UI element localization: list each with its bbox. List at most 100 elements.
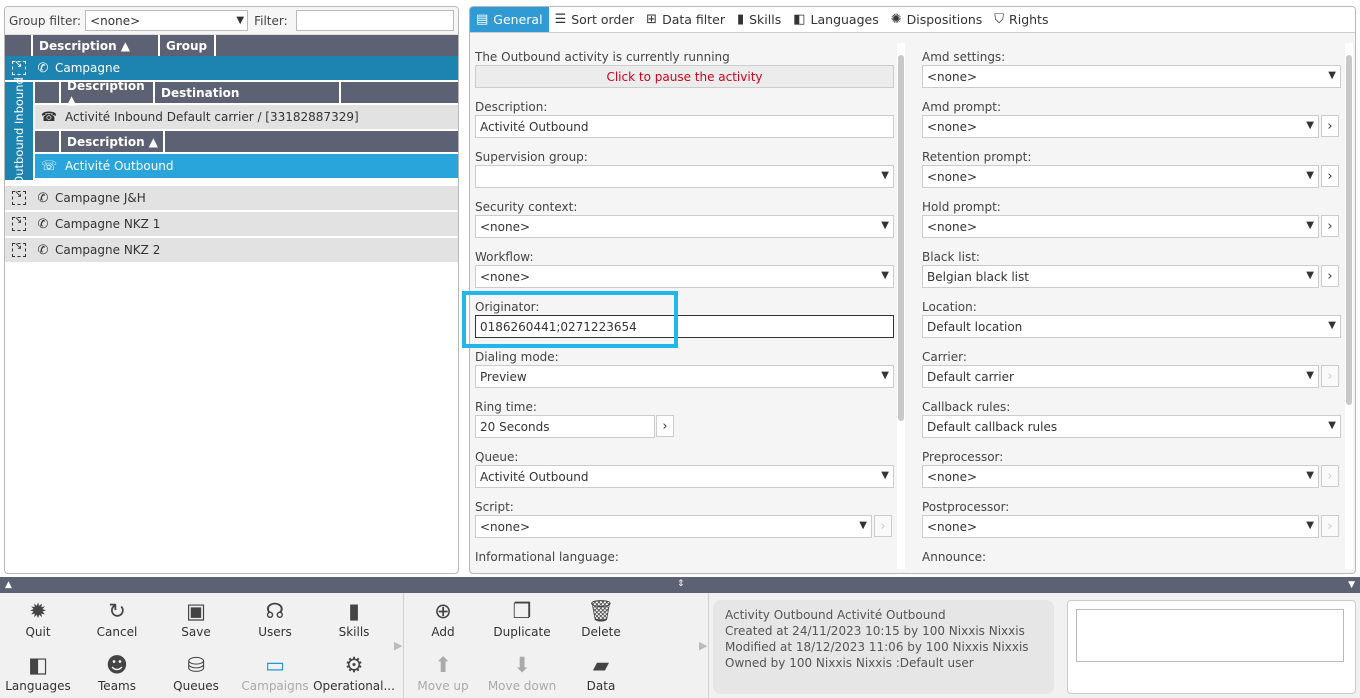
- carrier-select[interactable]: Default carrier ▼: [922, 365, 1319, 388]
- supervision-group-select[interactable]: ▼: [475, 165, 894, 188]
- preprocessor-edit-button[interactable]: ›: [1321, 465, 1339, 487]
- expand-icon[interactable]: [5, 238, 33, 262]
- info-line: Modified at 18/12/2023 11:06 by 100 Nixx…: [725, 640, 1029, 654]
- filter-input[interactable]: [295, 10, 454, 31]
- workflow-select[interactable]: <none> ▼: [475, 265, 894, 288]
- info-line: Owned by 100 Nixxis Nixxis :Default user: [725, 656, 974, 670]
- amd-prompt-select[interactable]: <none> ▼: [922, 115, 1319, 138]
- quit-button[interactable]: ✹ Quit: [0, 597, 78, 639]
- retention-prompt-select[interactable]: <none> ▼: [922, 165, 1319, 188]
- tree-row-campagne[interactable]: ✆ Campagne: [5, 56, 458, 80]
- header-spacer: [35, 131, 61, 152]
- column-group[interactable]: Group: [160, 35, 216, 56]
- carrier-edit-button[interactable]: ›: [1321, 365, 1339, 387]
- info-line: Activity Outbound Activité Outbound: [725, 608, 946, 622]
- ring-time-edit-button[interactable]: ›: [656, 415, 674, 437]
- ring-time-input[interactable]: 20 Seconds: [475, 415, 655, 438]
- scrollbar-left[interactable]: [897, 43, 905, 569]
- script-select[interactable]: <none> ▼: [475, 515, 872, 538]
- chevron-down-icon: ▼: [881, 370, 889, 381]
- hold-prompt-field: Hold prompt: <none> ▼ ›: [922, 199, 1341, 238]
- description-input[interactable]: Activité Outbound: [475, 115, 894, 138]
- chevron-down-icon: ▼: [1328, 320, 1336, 331]
- expand-icon[interactable]: [5, 186, 33, 210]
- tree-row-campaign[interactable]: ✆ Campagne NKZ 2: [5, 238, 458, 262]
- languages-button[interactable]: ◧ Languages: [0, 651, 78, 693]
- cancel-button[interactable]: ↻ Cancel: [77, 597, 157, 639]
- side-tab-outbound-inbound[interactable]: Outbound Inbound: [5, 77, 33, 185]
- tab-data-filter[interactable]: ⊞ Data filter: [640, 7, 731, 32]
- campaigns-button[interactable]: ▭ Campaigns: [235, 651, 315, 693]
- black-list-edit-button[interactable]: ›: [1321, 265, 1339, 287]
- informational-language-field: Informational language:: [475, 550, 619, 564]
- scrollbar-right[interactable]: [1345, 43, 1353, 569]
- black-list-select[interactable]: Belgian black list ▼: [922, 265, 1319, 288]
- hold-prompt-edit-button[interactable]: ›: [1321, 215, 1339, 237]
- tab-general[interactable]: ▤ General: [470, 7, 549, 32]
- duplicate-button[interactable]: ❐ Duplicate: [482, 597, 562, 639]
- queues-button[interactable]: ⛁ Queues: [156, 651, 236, 693]
- tab-sort-order[interactable]: ☰ Sort order: [549, 7, 641, 32]
- tab-dispositions[interactable]: ✺ Dispositions: [885, 7, 989, 32]
- retention-prompt-edit-button[interactable]: ›: [1321, 165, 1339, 187]
- callback-rules-select[interactable]: Default callback rules ▼: [922, 415, 1341, 438]
- script-edit-button[interactable]: ›: [874, 515, 892, 537]
- move-up-button[interactable]: ⬆ Move up: [403, 651, 483, 693]
- hold-prompt-select[interactable]: <none> ▼: [922, 215, 1319, 238]
- notes-panel: [1067, 600, 1356, 694]
- security-context-select[interactable]: <none> ▼: [475, 215, 894, 238]
- tree-row-campaign[interactable]: ✆ Campagne NKZ 1: [5, 212, 458, 236]
- collapse-down-icon[interactable]: ▼: [1348, 580, 1355, 590]
- data-button[interactable]: ▰ Data: [561, 651, 641, 693]
- group-filter-select[interactable]: <none> ▼: [85, 10, 249, 31]
- shield-icon: ⛉: [994, 12, 1005, 27]
- tree-row-outbound[interactable]: ☏ Activité Outbound: [35, 154, 458, 178]
- filter-bar: Group filter: <none> ▼ Filter:: [5, 7, 458, 35]
- notes-area[interactable]: [1076, 609, 1344, 662]
- tree-row-inbound[interactable]: ☎ Activité Inbound Default carrier / [33…: [35, 105, 458, 129]
- tree-row-campaign[interactable]: ✆ Campagne J&H: [5, 186, 458, 210]
- move-down-button[interactable]: ⬇ Move down: [482, 651, 562, 693]
- pause-activity-button[interactable]: Click to pause the activity: [475, 65, 894, 88]
- tree-row-label: Campagne NKZ 1: [55, 217, 161, 231]
- queue-select[interactable]: Activité Outbound ▼: [475, 465, 894, 488]
- expand-icon[interactable]: [5, 212, 33, 236]
- languages-icon: ◧: [28, 653, 48, 677]
- queues-icon: ⛁: [187, 653, 205, 677]
- tab-languages[interactable]: ◧ Languages: [787, 7, 885, 32]
- column-description[interactable]: Description ▲: [33, 35, 160, 56]
- teams-button[interactable]: ☻ Teams: [77, 651, 157, 693]
- location-field: Location: Default location ▼: [922, 299, 1341, 338]
- preprocessor-select[interactable]: <none> ▼: [922, 465, 1319, 488]
- dialing-mode-select[interactable]: Preview ▼: [475, 365, 894, 388]
- collapse-up-icon[interactable]: ▲: [5, 580, 12, 590]
- postprocessor-edit-button[interactable]: ›: [1321, 515, 1339, 537]
- column-description[interactable]: Description ▲: [61, 79, 155, 107]
- outbound-grid-header: Description ▲: [35, 131, 458, 152]
- panel-splitter[interactable]: ▲ ⇕ ▼: [0, 577, 1360, 593]
- add-button[interactable]: ⊕ Add: [403, 597, 483, 639]
- users-button[interactable]: ☊ Users: [235, 597, 315, 639]
- amd-settings-select[interactable]: <none> ▼: [922, 65, 1341, 88]
- resize-icon[interactable]: ⇕: [677, 579, 685, 589]
- delete-button[interactable]: 🗑 Delete: [561, 597, 641, 639]
- location-select[interactable]: Default location ▼: [922, 315, 1341, 338]
- skills-button[interactable]: ▮ Skills: [314, 597, 394, 639]
- tab-skills[interactable]: ▮ Skills: [731, 7, 787, 32]
- description-field: Description: Activité Outbound: [475, 99, 894, 138]
- operational-button[interactable]: ⚙ Operational...: [313, 651, 395, 693]
- user-gear-icon: ⚙: [344, 653, 364, 677]
- chevron-right-icon: ▶: [394, 639, 403, 652]
- column-destination[interactable]: Destination: [155, 82, 341, 103]
- save-button[interactable]: ▣ Save: [156, 597, 236, 639]
- duplicate-icon: ❐: [512, 599, 532, 623]
- tab-rights[interactable]: ⛉ Rights: [988, 7, 1054, 32]
- postprocessor-select[interactable]: <none> ▼: [922, 515, 1319, 538]
- column-description[interactable]: Description ▲: [61, 131, 165, 152]
- chevron-down-icon: ▼: [1328, 420, 1336, 431]
- chevron-down-icon: ▼: [881, 220, 889, 231]
- chevron-down-icon: ▼: [1306, 370, 1314, 381]
- quit-icon: ✹: [29, 599, 47, 623]
- group-filter-value: <none>: [90, 13, 141, 28]
- amd-prompt-edit-button[interactable]: ›: [1321, 115, 1339, 137]
